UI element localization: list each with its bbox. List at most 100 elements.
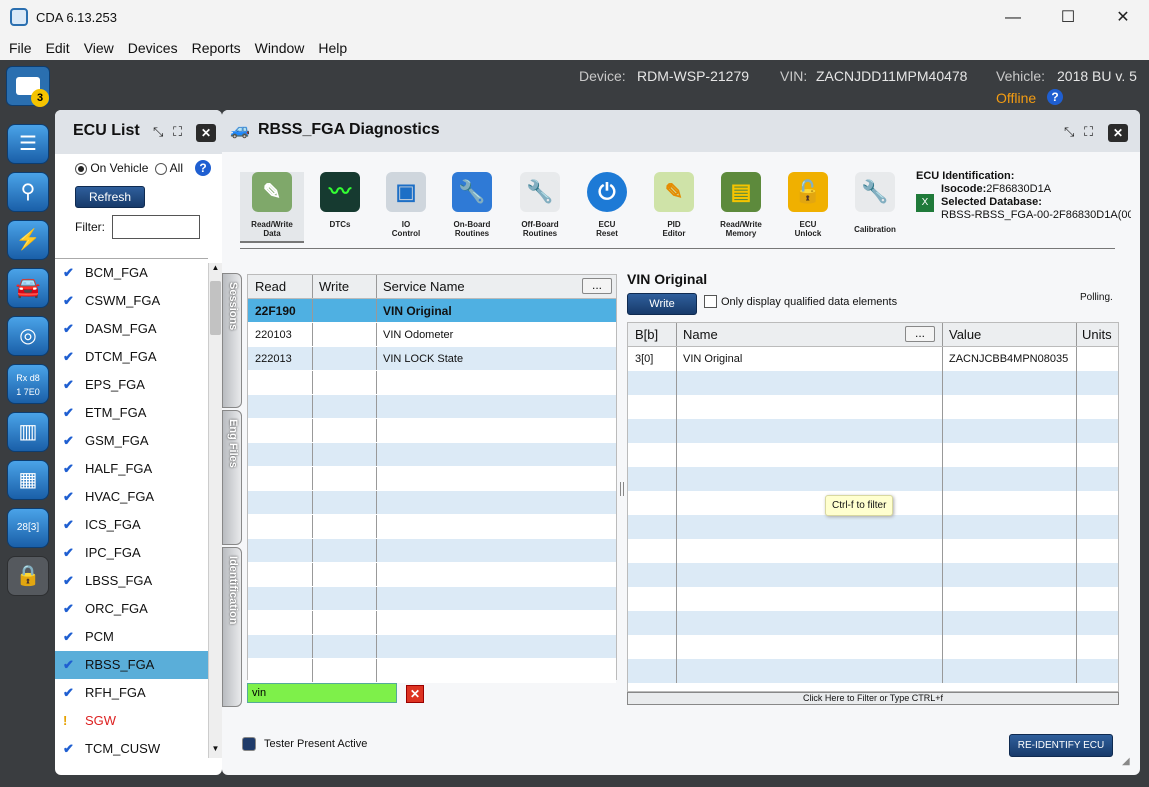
- ecu-list-item[interactable]: ✔ GSM_FGA: [55, 427, 208, 455]
- tool-calibration[interactable]: 🔧 Calibration: [843, 172, 907, 234]
- dtc-car-icon[interactable]: 28[3]: [7, 508, 49, 548]
- service-row-empty: [248, 395, 616, 419]
- splitter-handle[interactable]: [620, 482, 624, 496]
- ecu-list-item[interactable]: ✔ RFH_FGA: [55, 679, 208, 707]
- col-name[interactable]: Name: [677, 323, 942, 346]
- tab-sessions[interactable]: Sessions: [222, 273, 242, 408]
- tool-ecu-unlock[interactable]: 🔓 ECU Unlock: [776, 172, 840, 238]
- ecu-list-scrollbar[interactable]: ▲ ▼: [208, 263, 222, 758]
- radar-icon[interactable]: ◎: [7, 316, 49, 356]
- close-button[interactable]: ✕: [1100, 6, 1146, 30]
- restore-icon[interactable]: ⤡: [153, 124, 163, 140]
- close-panel-icon[interactable]: ✕: [1108, 124, 1128, 142]
- filter-bar[interactable]: Click Here to Filter or Type CTRL+f: [627, 692, 1119, 705]
- ecu-list-item[interactable]: ✔ BCM_FGA: [55, 259, 208, 287]
- ecu-list-item[interactable]: ✔ HALF_FGA: [55, 455, 208, 483]
- service-row[interactable]: 22F190 VIN Original: [248, 299, 616, 323]
- tool-dtcs[interactable]: 〰 DTCs: [308, 172, 372, 229]
- menu-edit[interactable]: Edit: [41, 36, 75, 56]
- menu-icon[interactable]: ☰: [7, 124, 49, 164]
- ecu-list-item[interactable]: ✔ CSWM_FGA: [55, 287, 208, 315]
- ecu-list-item[interactable]: ✔ ETM_FGA: [55, 399, 208, 427]
- ecu-list-item[interactable]: ✔ RBSS_FGA: [55, 651, 208, 679]
- lock-icon[interactable]: 🔒: [7, 556, 49, 596]
- service-row[interactable]: 222013 VIN LOCK State: [248, 347, 616, 371]
- ecu-list-item[interactable]: ✔ DTCM_FGA: [55, 343, 208, 371]
- tool-label: ECU Unlock: [794, 220, 822, 238]
- ecu-list-item[interactable]: ✔ LBSS_FGA: [55, 567, 208, 595]
- menu-help[interactable]: Help: [313, 36, 352, 56]
- reidentify-ecu-button[interactable]: RE-IDENTIFY ECU: [1009, 734, 1113, 757]
- data-row[interactable]: 3[0] VIN Original ZACNJCBB4MPN08035: [628, 347, 1118, 371]
- excel-export-icon[interactable]: X: [916, 194, 934, 212]
- tool-off-board-routines[interactable]: 🔧 Off-Board Routines: [508, 172, 572, 238]
- ecu-name: HVAC_FGA: [85, 489, 155, 504]
- data-icon[interactable]: Rx d8 1 7E0: [7, 364, 49, 404]
- menu-devices[interactable]: Devices: [123, 36, 183, 56]
- minimize-button[interactable]: —: [990, 6, 1036, 30]
- service-row[interactable]: 220103 VIN Odometer: [248, 323, 616, 347]
- all-radio[interactable]: All: [155, 161, 183, 175]
- refresh-button[interactable]: Refresh: [75, 186, 145, 208]
- menu-file[interactable]: File: [4, 36, 37, 56]
- service-cell-name: VIN Odometer: [383, 329, 454, 341]
- menu-view[interactable]: View: [79, 36, 119, 56]
- col-units[interactable]: Units: [1077, 323, 1112, 347]
- menu-window[interactable]: Window: [250, 36, 310, 56]
- tool-io-control[interactable]: ▣ IO Control: [374, 172, 438, 238]
- maximize-panel-icon[interactable]: ⛶: [173, 124, 182, 140]
- col-service-name[interactable]: Service Name: [377, 275, 465, 299]
- close-panel-icon[interactable]: ✕: [196, 124, 216, 142]
- ecu-list-item[interactable]: ✔ HVAC_FGA: [55, 483, 208, 511]
- qualified-checkbox[interactable]: [704, 295, 717, 308]
- all-label: All: [169, 161, 184, 175]
- menu-reports[interactable]: Reports: [187, 36, 246, 56]
- col-value[interactable]: Value: [942, 323, 1077, 346]
- help-icon[interactable]: ?: [195, 160, 211, 176]
- vehicle-search-icon[interactable]: ⚲: [7, 172, 49, 212]
- flash-icon[interactable]: ⚡: [7, 220, 49, 260]
- grid-icon[interactable]: ▦: [7, 460, 49, 500]
- scroll-down-icon[interactable]: ▼: [210, 744, 221, 758]
- service-column-menu-button[interactable]: ...: [582, 278, 612, 294]
- col-byte-bit[interactable]: B[b]: [628, 323, 677, 346]
- layout-icon[interactable]: ▥: [7, 412, 49, 452]
- clear-search-icon[interactable]: ✕: [406, 685, 424, 703]
- data-column-menu-button[interactable]: ...: [905, 326, 935, 342]
- restore-icon[interactable]: ⤡: [1064, 124, 1074, 140]
- ecu-list-item[interactable]: ✔ ORC_FGA: [55, 595, 208, 623]
- maximize-button[interactable]: ☐: [1045, 6, 1091, 30]
- tool-read-write-memory[interactable]: ▤ Read/Write Memory: [709, 172, 773, 238]
- maximize-panel-icon[interactable]: ⛶: [1084, 124, 1093, 140]
- col-write[interactable]: Write: [313, 275, 377, 298]
- filter-input[interactable]: [112, 215, 200, 239]
- ecu-list-item[interactable]: ✔ PCM: [55, 623, 208, 651]
- ecu-list-item[interactable]: ✔ ICS_FGA: [55, 511, 208, 539]
- service-search-input[interactable]: [247, 683, 397, 703]
- help-icon[interactable]: ?: [1047, 89, 1063, 105]
- ecu-list-item[interactable]: ✔ EPS_FGA: [55, 371, 208, 399]
- resize-grip-icon[interactable]: ◢: [1122, 756, 1130, 767]
- vehicle-icon[interactable]: 🚘: [7, 268, 49, 308]
- tab-eng-files[interactable]: Eng Files: [222, 410, 242, 545]
- home-vehicle-icon[interactable]: 3: [6, 66, 50, 107]
- tool-ecu-reset[interactable]: ⏻ ECU Reset: [575, 172, 639, 238]
- tool-pid-editor[interactable]: ✎ PID Editor: [642, 172, 706, 238]
- tool-label: Off-Board Routines: [521, 220, 559, 238]
- scroll-thumb[interactable]: [210, 281, 221, 335]
- on-vehicle-radio[interactable]: On Vehicle: [75, 161, 148, 175]
- tab-identification[interactable]: Identification: [222, 547, 242, 707]
- ecu-list-item[interactable]: ✔ IPC_FGA: [55, 539, 208, 567]
- scroll-up-icon[interactable]: ▲: [210, 263, 221, 277]
- col-read[interactable]: Read: [248, 275, 313, 298]
- ecu-list-item[interactable]: ✔ DASM_FGA: [55, 315, 208, 343]
- tool-on-board-routines[interactable]: 🔧 On-Board Routines: [440, 172, 504, 238]
- filter-label: Filter:: [75, 220, 105, 234]
- polling-status: Polling.: [1080, 292, 1113, 303]
- write-button[interactable]: Write: [627, 293, 697, 315]
- ecu-list-item[interactable]: ✔ TCM_CUSW: [55, 735, 208, 758]
- tool-read-write-data[interactable]: ✎ Read/Write Data: [240, 172, 304, 243]
- check-icon: ✔: [63, 741, 74, 756]
- service-row-empty: [248, 371, 616, 395]
- ecu-list-item[interactable]: ! SGW: [55, 707, 208, 735]
